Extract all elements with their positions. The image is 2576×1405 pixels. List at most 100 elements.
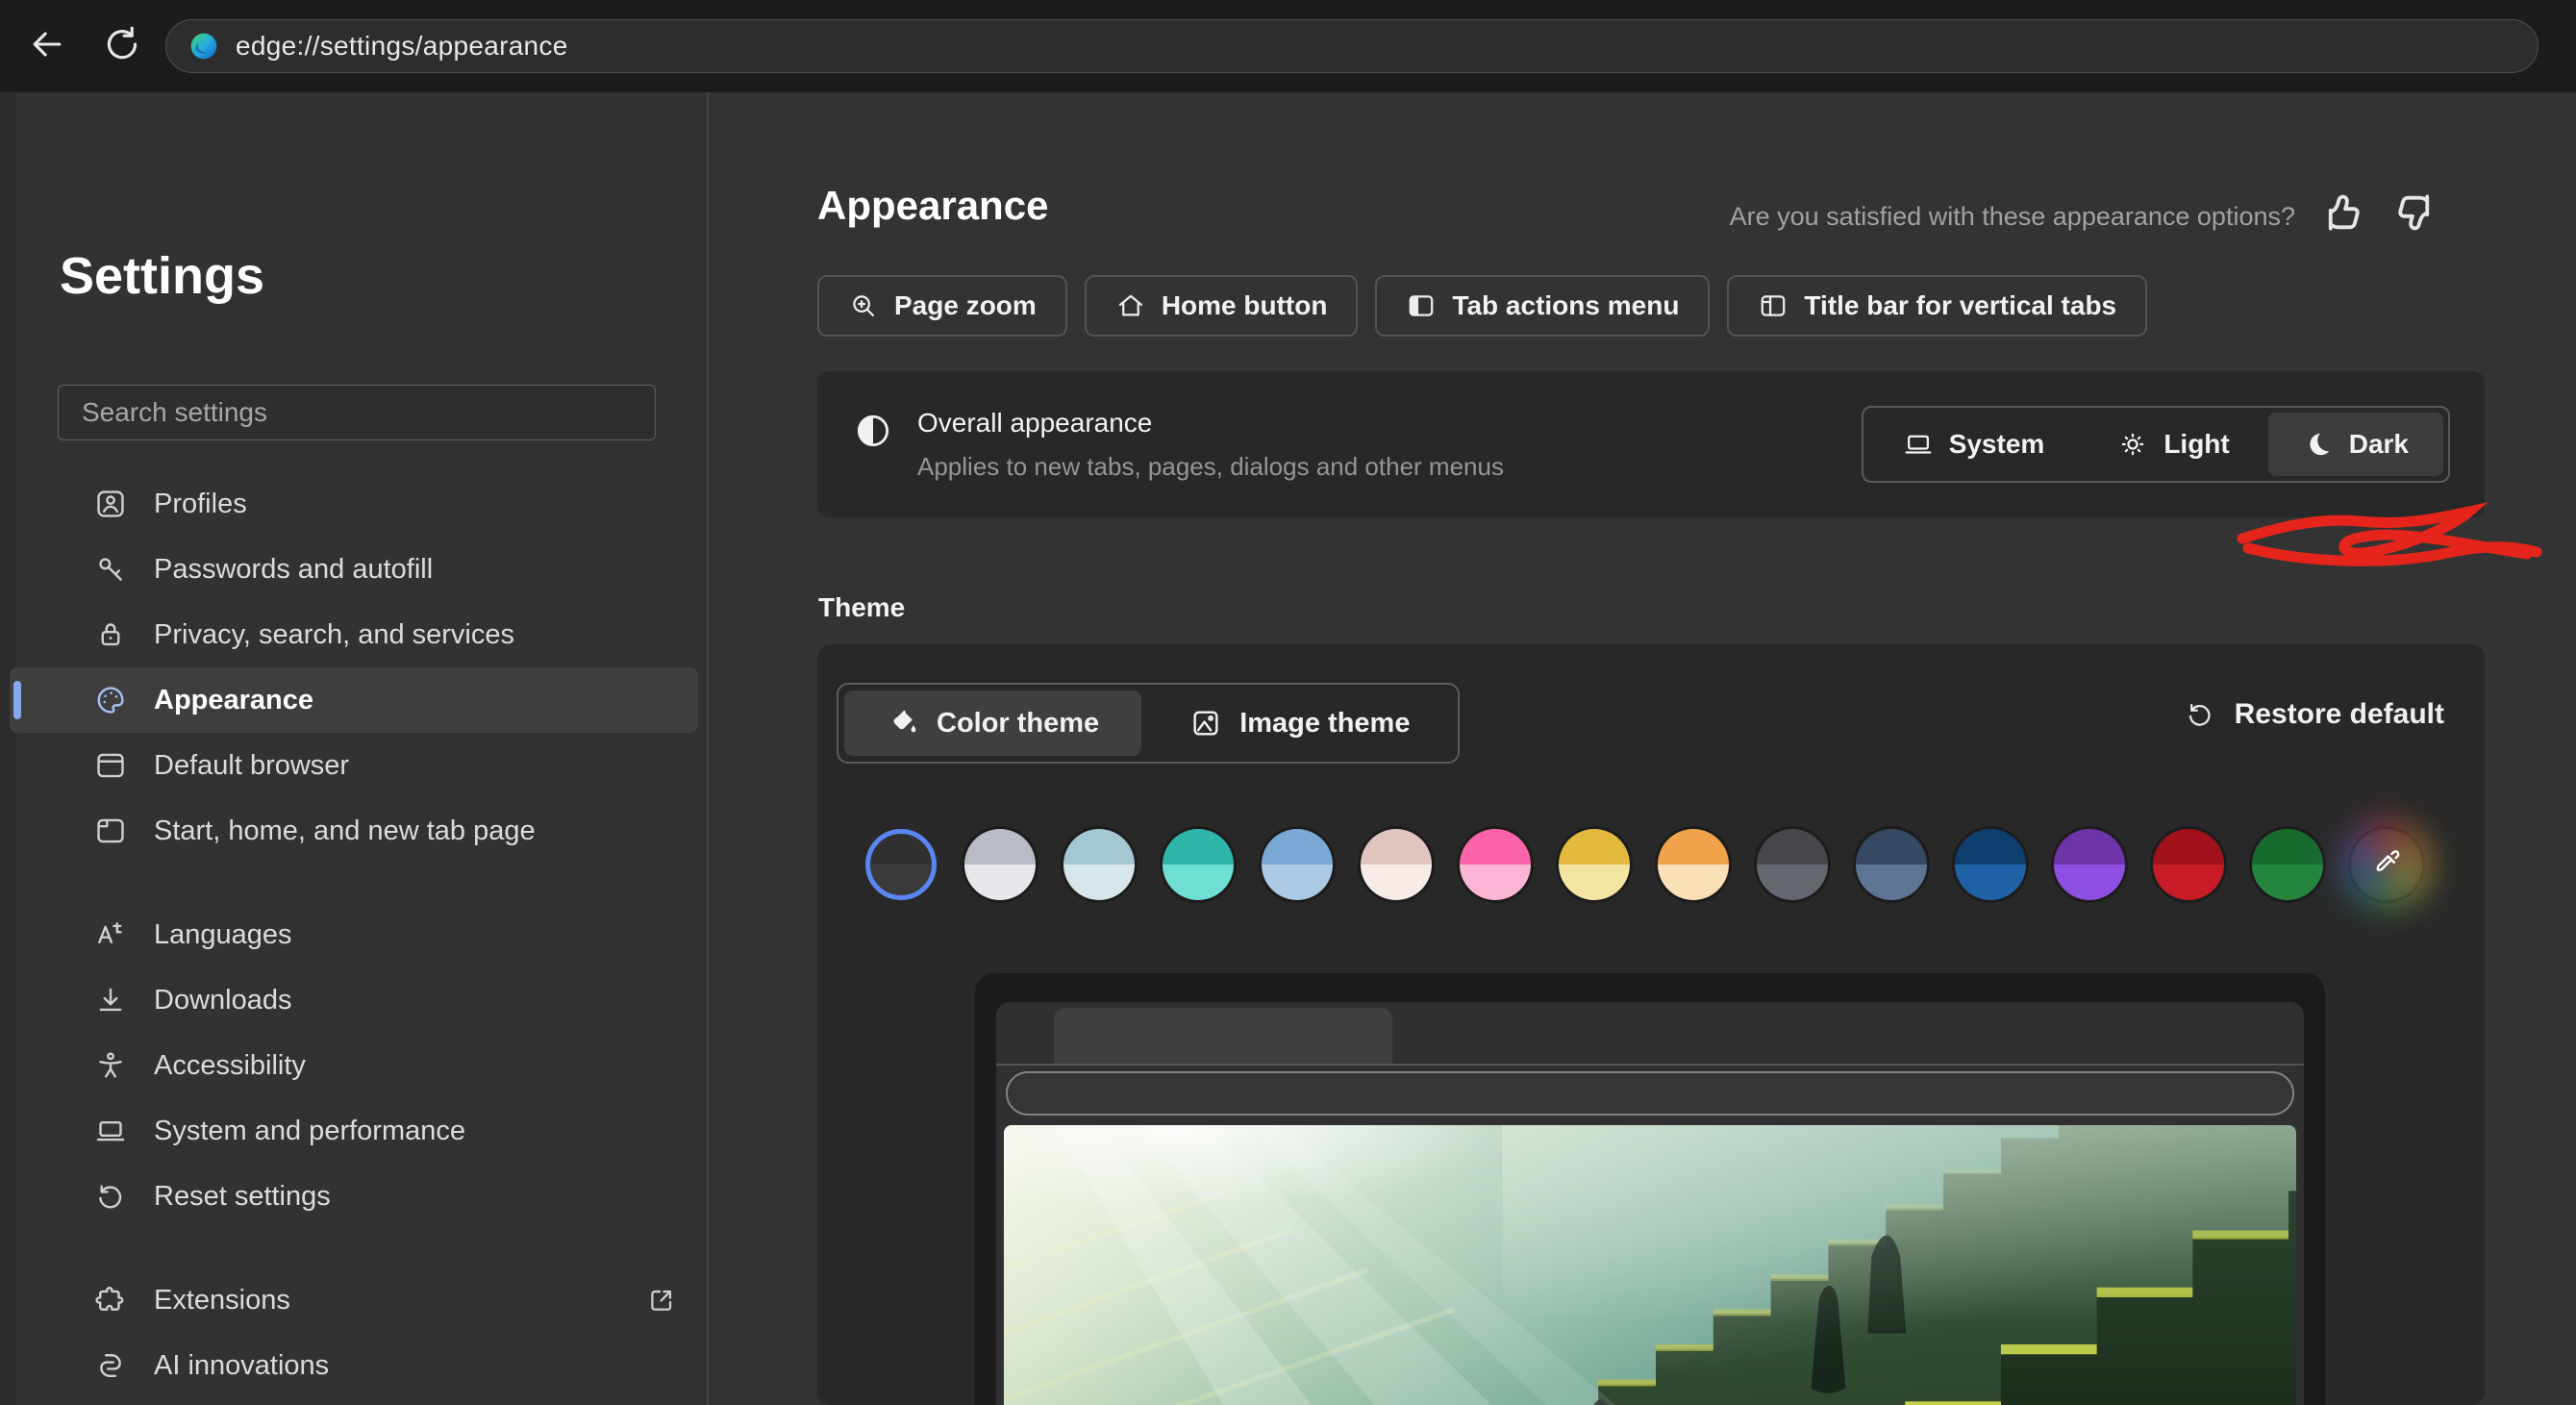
sidebar-item-system-and-performance[interactable]: System and performance: [10, 1098, 698, 1164]
browser-toolbar: edge://settings/appearance: [0, 0, 2576, 92]
overall-appearance-title: Overall appearance: [917, 408, 1152, 439]
sidebar-item-appearance[interactable]: Appearance: [10, 667, 698, 733]
image-icon: [1189, 707, 1222, 740]
url-text: edge://settings/appearance: [236, 31, 568, 62]
moon-icon: [2303, 429, 2334, 460]
reset-icon: [94, 1180, 127, 1213]
sidebar-item-label: Default browser: [154, 750, 349, 782]
theme-color-powder-blue[interactable]: [1063, 829, 1135, 900]
system-laptop-icon: [1903, 429, 1934, 460]
new-tab-page-icon: [94, 815, 127, 847]
appearance-shortcut-buttons: Page zoom Home button Tab actions menu Titl…: [817, 275, 2147, 337]
vertical-tabs-icon: [1758, 290, 1788, 321]
sidebar-item-label: Start, home, and new tab page: [154, 815, 536, 847]
title-bar-for-vertical-tabs-button[interactable]: Title bar for vertical tabs: [1727, 275, 2147, 337]
tab-color-theme[interactable]: Color theme: [844, 690, 1141, 756]
theme-preview-divider: [996, 1064, 2304, 1066]
tab-actions-menu-button[interactable]: Tab actions menu: [1375, 275, 1710, 337]
sidebar-item-passwords-and-autofill[interactable]: Passwords and autofill: [10, 537, 698, 602]
appearance-mode-system[interactable]: System: [1868, 413, 2080, 476]
theme-preview-browser-window: [996, 1002, 2304, 1405]
theme-color-dark-gray[interactable]: [1757, 829, 1828, 900]
theme-color-default[interactable]: [865, 829, 937, 900]
external-link-icon: [646, 1285, 677, 1316]
theme-color-blue[interactable]: [1262, 829, 1333, 900]
button-label: Tab actions menu: [1452, 290, 1679, 321]
sidebar-item-label: Accessibility: [154, 1050, 306, 1082]
sidebar-item-ai-innovations[interactable]: AI innovations: [10, 1333, 698, 1398]
search-settings-input[interactable]: [58, 385, 656, 440]
reload-button[interactable]: [90, 13, 154, 77]
theme-type-tabs: Color theme Image theme: [837, 683, 1460, 764]
sidebar-item-label: Profiles: [154, 489, 247, 520]
button-label: Title bar for vertical tabs: [1804, 290, 2116, 321]
back-button[interactable]: [15, 13, 79, 77]
page-zoom-button[interactable]: Page zoom: [817, 275, 1067, 337]
page-zoom-icon: [848, 290, 879, 321]
theme-color-rose-beige[interactable]: [1361, 829, 1432, 900]
restore-default-button[interactable]: Restore default: [2185, 698, 2444, 731]
appearance-mode-light[interactable]: Light: [2083, 413, 2263, 476]
sidebar-item-about-microsoft-edge[interactable]: About Microsoft Edge: [10, 1398, 698, 1405]
edge-logo-icon: [188, 30, 220, 63]
sidebar-item-label: Reset settings: [154, 1181, 331, 1213]
download-icon: [94, 984, 127, 1016]
segment-label: Dark: [2349, 429, 2409, 460]
restore-default-label: Restore default: [2235, 698, 2444, 731]
theme-color-yellow[interactable]: [1559, 829, 1630, 900]
contrast-icon: [854, 412, 892, 450]
thumbs-up-button[interactable]: [2315, 187, 2367, 238]
feedback-question: Are you satisfied with these appearance …: [1730, 202, 2295, 232]
tab-label: Image theme: [1239, 708, 1410, 740]
theme-color-pink[interactable]: [1460, 829, 1531, 900]
sidebar-item-languages[interactable]: Languages: [10, 902, 698, 967]
accessibility-icon: [94, 1049, 127, 1082]
sidebar-item-profiles[interactable]: Profiles: [10, 471, 698, 537]
tab-image-theme[interactable]: Image theme: [1147, 690, 1452, 756]
theme-section-label: Theme: [818, 592, 905, 623]
theme-preview-address-bar: [1006, 1071, 2294, 1116]
sidebar-item-accessibility[interactable]: Accessibility: [10, 1033, 698, 1098]
sidebar-item-label: Appearance: [154, 685, 313, 716]
theme-card: Color theme Image theme Restore default: [817, 644, 2485, 1405]
sidebar-item-start-home-and-new-tab-page[interactable]: Start, home, and new tab page: [10, 798, 698, 864]
button-label: Home button: [1162, 290, 1328, 321]
sidebar-item-privacy-search-and-services[interactable]: Privacy, search, and services: [10, 602, 698, 667]
button-label: Page zoom: [894, 290, 1037, 321]
settings-title: Settings: [60, 246, 264, 306]
theme-color-green[interactable]: [2252, 829, 2323, 900]
palette-icon: [94, 684, 127, 716]
theme-preview-tab: [1054, 1008, 1392, 1066]
theme-color-red[interactable]: [2153, 829, 2224, 900]
home-button-button[interactable]: Home button: [1085, 275, 1359, 337]
thumbs-down-button[interactable]: [2390, 187, 2442, 238]
theme-color-purple[interactable]: [2054, 829, 2125, 900]
edge-settings-window: edge://settings/appearance Settings Prof…: [0, 0, 2576, 1405]
home-icon: [1115, 290, 1146, 321]
puzzle-icon: [94, 1284, 127, 1317]
appearance-mode-dark[interactable]: Dark: [2268, 413, 2443, 476]
theme-color-silver[interactable]: [964, 829, 1036, 900]
sidebar-item-default-browser[interactable]: Default browser: [10, 733, 698, 798]
paint-bucket-icon: [887, 707, 919, 740]
theme-preview-frame: [975, 973, 2325, 1405]
eyedropper-icon: [2370, 848, 2403, 881]
sidebar-item-label: Downloads: [154, 985, 291, 1016]
red-scribble-annotation: [2227, 494, 2554, 575]
theme-color-swatches: [865, 829, 2422, 900]
sidebar-item-label: Languages: [154, 919, 292, 951]
theme-color-teal[interactable]: [1163, 829, 1234, 900]
theme-color-navy-blue[interactable]: [1955, 829, 2026, 900]
overall-appearance-subtitle: Applies to new tabs, pages, dialogs and …: [917, 452, 1504, 482]
restore-icon: [2185, 699, 2215, 730]
sidebar-item-extensions[interactable]: Extensions: [10, 1267, 698, 1333]
languages-icon: [94, 918, 127, 951]
sidebar-item-label: AI innovations: [154, 1350, 329, 1382]
theme-color-slate-blue[interactable]: [1856, 829, 1927, 900]
sidebar-item-downloads[interactable]: Downloads: [10, 967, 698, 1033]
theme-color-orange[interactable]: [1658, 829, 1729, 900]
theme-color-custom-color-picker[interactable]: [2351, 829, 2422, 900]
tab-actions-icon: [1406, 290, 1437, 321]
address-bar[interactable]: edge://settings/appearance: [165, 19, 2538, 73]
sidebar-item-reset-settings[interactable]: Reset settings: [10, 1164, 698, 1229]
